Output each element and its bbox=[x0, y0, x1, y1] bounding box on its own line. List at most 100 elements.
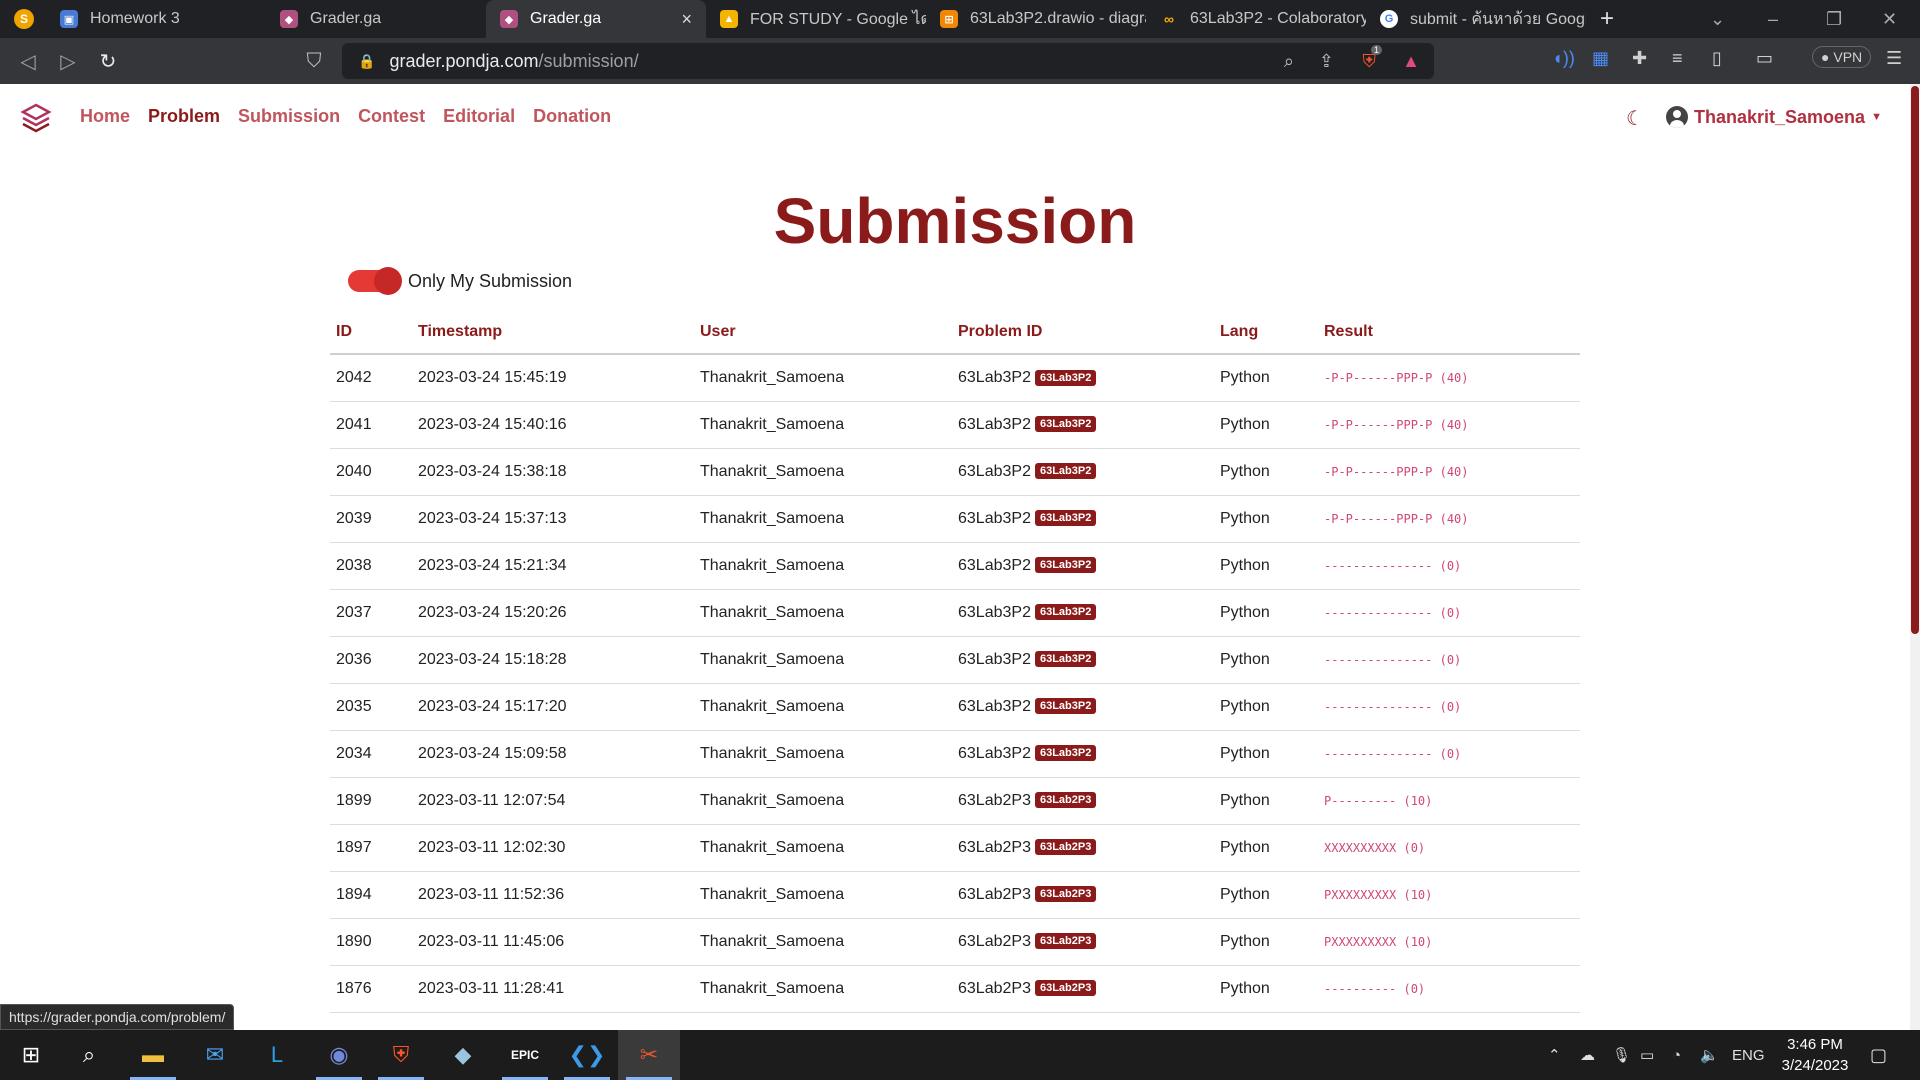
nav-donation[interactable]: Donation bbox=[533, 106, 611, 127]
tab-colab[interactable]: ∞ 63Lab3P2 - Colaboratory bbox=[1146, 0, 1366, 38]
problem-badge[interactable]: 63Lab3P2 bbox=[1034, 510, 1097, 527]
problem-badge[interactable]: 63Lab2P3 bbox=[1034, 933, 1097, 950]
dark-mode-icon[interactable]: ☾ bbox=[1626, 106, 1644, 131]
back-icon[interactable]: ◁ bbox=[8, 49, 48, 74]
table-row[interactable]: 1899 2023-03-11 12:07:54 Thanakrit_Samoena… bbox=[330, 777, 1580, 825]
problem-badge[interactable]: 63Lab3P2 bbox=[1034, 369, 1097, 386]
table-row[interactable]: 1897 2023-03-11 12:02:30 Thanakrit_Samoena… bbox=[330, 824, 1580, 872]
tab-grader-active[interactable]: ◆ Grader.ga × bbox=[486, 0, 706, 38]
problem-badge[interactable]: 63Lab3P2 bbox=[1034, 604, 1097, 621]
wallet-icon[interactable]: ▭ bbox=[1756, 48, 1773, 69]
tray-overflow-icon[interactable]: ⌃ bbox=[1548, 1030, 1561, 1080]
microphone-icon[interactable]: 🎙 bbox=[1612, 1030, 1631, 1080]
wifi-icon[interactable]: ◔ bbox=[1672, 1030, 1681, 1080]
mail-icon[interactable]: ✉ bbox=[184, 1030, 246, 1080]
table-row[interactable]: 2042 2023-03-24 15:45:19 Thanakrit_Samoena… bbox=[330, 354, 1580, 402]
discord-icon[interactable]: ◉ bbox=[308, 1030, 370, 1080]
table-row[interactable]: 2039 2023-03-24 15:37:13 Thanakrit_Samoena… bbox=[330, 495, 1580, 543]
problem-badge[interactable]: 63Lab3P2 bbox=[1034, 651, 1097, 668]
problem-id-text[interactable]: 63Lab2P3 bbox=[958, 980, 1031, 997]
table-row[interactable]: 2035 2023-03-24 15:17:20 Thanakrit_Samoena… bbox=[330, 683, 1580, 731]
user-menu[interactable]: Thanakrit_Samoena ▼ bbox=[1666, 106, 1882, 128]
problem-badge[interactable]: 63Lab3P2 bbox=[1034, 745, 1097, 762]
problem-badge[interactable]: 63Lab2P3 bbox=[1034, 839, 1097, 856]
playlist-icon[interactable]: ≡ bbox=[1672, 48, 1683, 69]
menu-icon[interactable]: ☰ bbox=[1886, 48, 1902, 69]
close-window-icon[interactable]: ✕ bbox=[1882, 0, 1897, 38]
problem-id-text[interactable]: 63Lab3P2 bbox=[958, 369, 1031, 386]
tab-search-icon[interactable]: ⌄ bbox=[1710, 0, 1725, 38]
brave-browser-icon[interactable]: ⛨ bbox=[370, 1030, 432, 1080]
search-icon[interactable]: ⌕ bbox=[58, 1030, 120, 1080]
share-icon[interactable]: ⇪ bbox=[1319, 51, 1334, 72]
problem-id-text[interactable]: 63Lab3P2 bbox=[958, 463, 1031, 480]
extensions-icon[interactable]: ✚ bbox=[1632, 48, 1647, 69]
problem-id-text[interactable]: 63Lab2P3 bbox=[958, 933, 1031, 950]
brave-rewards-icon[interactable]: ▲ bbox=[1402, 51, 1420, 72]
line-app-icon[interactable]: L bbox=[246, 1030, 308, 1080]
problem-badge[interactable]: 63Lab3P2 bbox=[1034, 698, 1097, 715]
translate-icon[interactable]: ▦ bbox=[1592, 48, 1609, 69]
table-row[interactable]: 1890 2023-03-11 11:45:06 Thanakrit_Samoena… bbox=[330, 918, 1580, 966]
problem-id-text[interactable]: 63Lab3P2 bbox=[958, 510, 1031, 527]
problem-badge[interactable]: 63Lab2P3 bbox=[1034, 886, 1097, 903]
table-row[interactable]: 2041 2023-03-24 15:40:16 Thanakrit_Samoena… bbox=[330, 401, 1580, 449]
epic-games-icon[interactable]: EPIC bbox=[494, 1030, 556, 1080]
table-row[interactable]: 2038 2023-03-24 15:21:34 Thanakrit_Samoena… bbox=[330, 542, 1580, 590]
notes-app-icon[interactable]: ◆ bbox=[432, 1030, 494, 1080]
bookmark-icon[interactable]: ⛉ bbox=[294, 50, 334, 73]
file-explorer-icon[interactable]: ▬ bbox=[122, 1030, 184, 1080]
problem-id-text[interactable]: 63Lab3P2 bbox=[958, 604, 1031, 621]
restore-icon[interactable]: ❐ bbox=[1826, 0, 1842, 38]
problem-id-text[interactable]: 63Lab3P2 bbox=[958, 698, 1031, 715]
table-row[interactable]: 1894 2023-03-11 11:52:36 Thanakrit_Samoena… bbox=[330, 871, 1580, 919]
problem-badge[interactable]: 63Lab3P2 bbox=[1034, 557, 1097, 574]
site-logo-icon[interactable] bbox=[20, 102, 52, 134]
sidebar-icon[interactable]: ▯ bbox=[1712, 48, 1722, 69]
problem-id-text[interactable]: 63Lab3P2 bbox=[958, 745, 1031, 762]
nav-problem[interactable]: Problem bbox=[148, 106, 220, 127]
nav-contest[interactable]: Contest bbox=[358, 106, 425, 127]
volume-icon[interactable]: 🔈 bbox=[1700, 1030, 1719, 1080]
tab-drawio[interactable]: ⊞ 63Lab3P2.drawio - diagrams bbox=[926, 0, 1146, 38]
problem-id-text[interactable]: 63Lab3P2 bbox=[958, 557, 1031, 574]
address-bar[interactable]: 🔒 grader.pondja.com/submission/ ⌕ ⇪ ⛨ 1 … bbox=[342, 43, 1434, 79]
table-row[interactable]: 2034 2023-03-24 15:09:58 Thanakrit_Samoena… bbox=[330, 730, 1580, 778]
table-row[interactable]: 2037 2023-03-24 15:20:26 Thanakrit_Samoena… bbox=[330, 589, 1580, 637]
read-aloud-icon[interactable]: ◖)) bbox=[1552, 48, 1575, 69]
taskbar-clock[interactable]: 3:46 PM 3/24/2023 bbox=[1760, 1034, 1870, 1076]
battery-icon[interactable]: ▭ bbox=[1640, 1030, 1654, 1080]
nav-editorial[interactable]: Editorial bbox=[443, 106, 515, 127]
problem-id-text[interactable]: 63Lab3P2 bbox=[958, 651, 1031, 668]
nav-submission[interactable]: Submission bbox=[238, 106, 340, 127]
problem-badge[interactable]: 63Lab2P3 bbox=[1034, 980, 1097, 997]
reload-icon[interactable]: ↻ bbox=[88, 49, 128, 74]
zoom-icon[interactable]: ⌕ bbox=[1284, 51, 1294, 72]
problem-id-text[interactable]: 63Lab2P3 bbox=[958, 792, 1031, 809]
scrollbar-thumb[interactable] bbox=[1911, 86, 1919, 634]
table-row[interactable]: 2036 2023-03-24 15:18:28 Thanakrit_Samoena… bbox=[330, 636, 1580, 684]
page-scrollbar[interactable] bbox=[1910, 84, 1920, 1030]
problem-badge[interactable]: 63Lab3P2 bbox=[1034, 463, 1097, 480]
new-tab-icon[interactable]: + bbox=[1600, 5, 1614, 33]
problem-id-text[interactable]: 63Lab3P2 bbox=[958, 416, 1031, 433]
problem-badge[interactable]: 63Lab3P2 bbox=[1034, 416, 1097, 433]
tab-google-search[interactable]: G submit - ค้นหาด้วย Google bbox=[1366, 0, 1586, 38]
forward-icon[interactable]: ▷ bbox=[48, 49, 88, 74]
vscode-icon[interactable]: ❮❯ bbox=[556, 1030, 618, 1080]
tab-grader-1[interactable]: ◆ Grader.ga bbox=[266, 0, 486, 38]
nav-home[interactable]: Home bbox=[80, 106, 130, 127]
tab-google-drive[interactable]: ▲ FOR STUDY - Google ไดรฟ์ bbox=[706, 0, 926, 38]
problem-badge[interactable]: 63Lab2P3 bbox=[1034, 792, 1097, 809]
problem-id-text[interactable]: 63Lab2P3 bbox=[958, 839, 1031, 856]
problem-id-text[interactable]: 63Lab2P3 bbox=[958, 886, 1031, 903]
onedrive-icon[interactable]: ☁ bbox=[1580, 1030, 1595, 1080]
only-my-submission-toggle[interactable] bbox=[348, 267, 402, 295]
notifications-icon[interactable]: ▢ bbox=[1870, 1030, 1887, 1080]
profile-icon[interactable]: S bbox=[14, 9, 34, 29]
vpn-button[interactable]: ● VPN bbox=[1812, 46, 1872, 68]
windows-start-icon[interactable]: ⊞ bbox=[0, 1030, 62, 1080]
table-row[interactable]: 1876 2023-03-11 11:28:41 Thanakrit_Samoena… bbox=[330, 965, 1580, 1013]
snipping-tool-icon[interactable]: ✂ bbox=[618, 1030, 680, 1080]
tab-homework[interactable]: ▣ Homework 3 bbox=[46, 0, 266, 38]
